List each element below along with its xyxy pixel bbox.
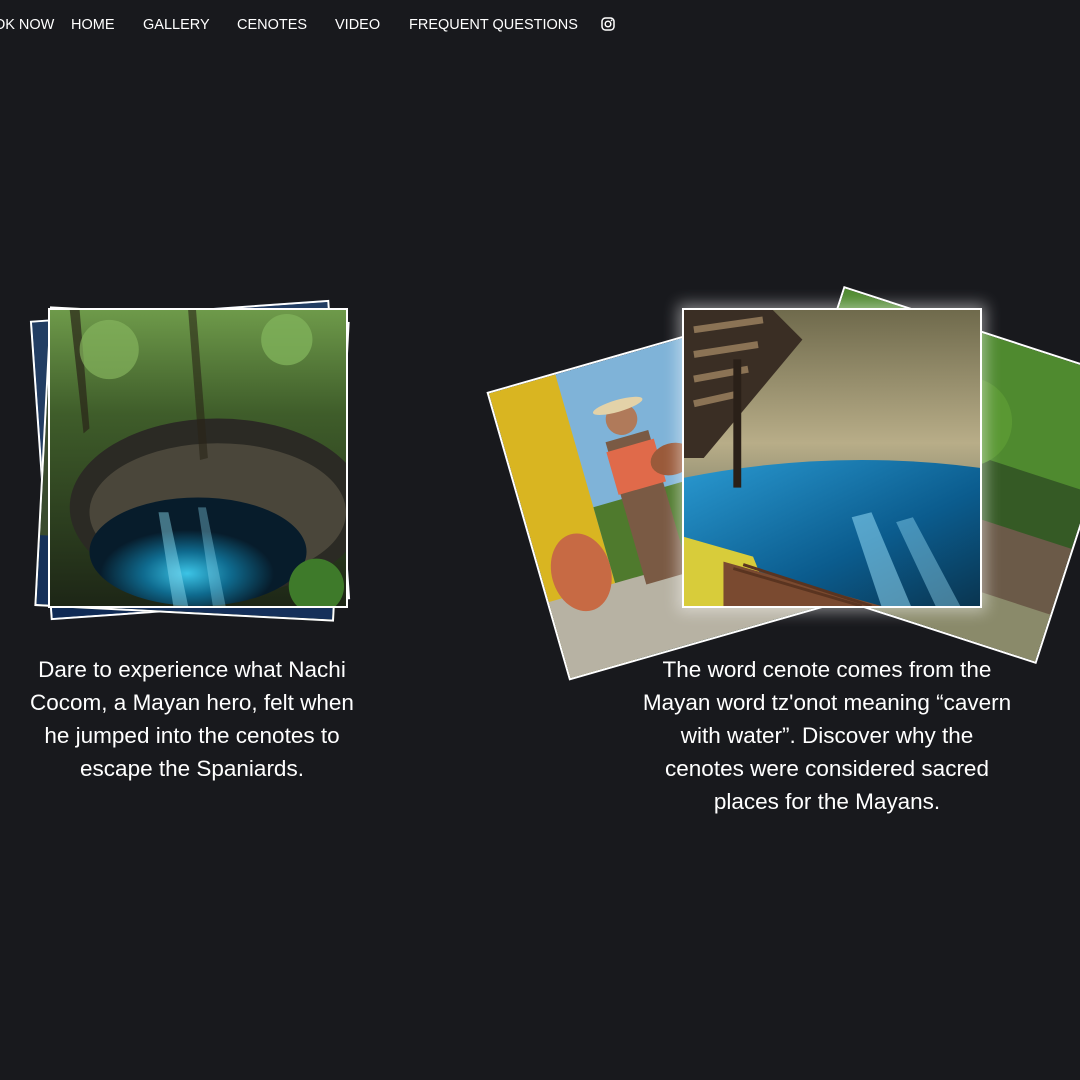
top-navigation: BOOK NOW HOME GALLERY CENOTES VIDEO FREQ… [0,0,1080,50]
photo-stack-left[interactable] [29,299,370,640]
card-caption-left: Dare to experience what Nachi Cocom, a M… [30,657,354,781]
photo-stack-right[interactable] [486,285,1080,681]
card-caption-right: The word cenote comes from the Mayan wor… [642,657,1012,814]
cenote-photo-front [48,308,348,608]
cenote-cavern-photo-front [682,308,982,608]
nav-gallery-link[interactable]: GALLERY [143,17,210,33]
nav-cenotes-link[interactable]: CENOTES [237,17,307,33]
instagram-icon[interactable] [601,17,615,31]
nav-video-link[interactable]: VIDEO [335,17,380,33]
nav-faq-link[interactable]: FREQUENT QUESTIONS [409,17,578,33]
nav-book-now-link[interactable]: BOOK NOW [0,17,54,33]
nav-home-link[interactable]: HOME [71,17,115,33]
